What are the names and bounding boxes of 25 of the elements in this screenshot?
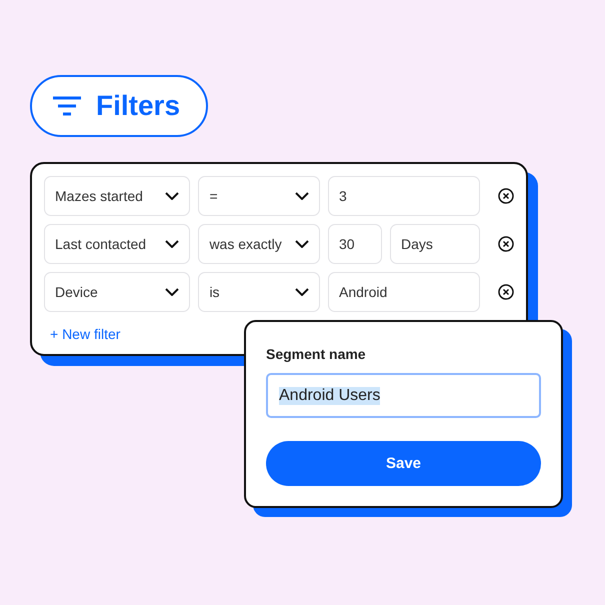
value-field[interactable]: 3 [328, 176, 480, 216]
value-field[interactable]: Days [390, 224, 480, 264]
attribute-select[interactable]: Last contacted [44, 224, 190, 264]
chevron-down-icon [295, 288, 309, 296]
chevron-down-icon [165, 288, 180, 296]
chevron-down-icon [165, 192, 180, 200]
segment-name-label: Segment name [266, 346, 367, 362]
operator-select[interactable]: is [198, 272, 320, 312]
attribute-select[interactable]: Mazes started [44, 176, 190, 216]
chevron-down-icon [295, 240, 309, 248]
operator-select[interactable]: was exactly [198, 224, 320, 264]
attribute-select[interactable]: Device [44, 272, 190, 312]
new-filter-link[interactable]: + New filter [50, 326, 120, 342]
value-field[interactable]: 30 [328, 224, 382, 264]
filter-icon [52, 96, 82, 116]
operator-select[interactable]: = [198, 176, 320, 216]
filters-button[interactable]: Filters [30, 75, 208, 137]
save-button[interactable]: Save [266, 441, 541, 486]
remove-icon[interactable] [498, 188, 514, 204]
chevron-down-icon [295, 192, 309, 200]
remove-icon[interactable] [498, 236, 514, 252]
value-field[interactable]: Android [328, 272, 480, 312]
chevron-down-icon [165, 240, 180, 248]
segment-name-field[interactable]: Android Users [266, 373, 541, 418]
remove-icon[interactable] [498, 284, 514, 300]
